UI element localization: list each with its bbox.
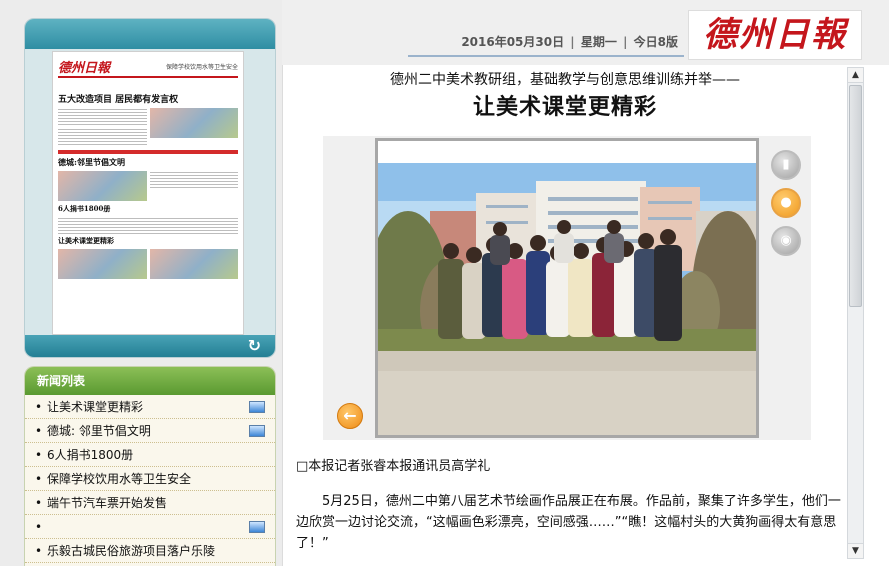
bullet-icon: • [35, 544, 43, 558]
thumbnail-top-headline: 保障学校饮用水等卫生安全 [165, 63, 238, 71]
edition-count-link[interactable]: 今日8版 [634, 35, 678, 49]
issue-date: 2016年05月30日 [461, 35, 565, 49]
date-line: 2016年05月30日 | 星期一 | 今日8版 [408, 33, 684, 57]
article-title: 让美术课堂更精彩 [472, 95, 657, 120]
news-list-panel: 新闻列表 • 让美术课堂更精彩 • 德城: 邻里节倡文明 • 6人捐书1800册 • 保障学校… [24, 366, 276, 566]
bullet-icon: • [35, 424, 43, 438]
bullet-icon: • [35, 472, 43, 486]
top-bar: 2016年05月30日 | 星期一 | 今日8版 德州日報 [282, 0, 889, 65]
preview-panel-bottom-cap: ↻ [25, 335, 275, 357]
main-content: 2016年05月30日 | 星期一 | 今日8版 德州日報 德州二中美术教研组，… [282, 0, 889, 566]
left-sidebar: 德州日報 保障学校饮用水等卫生安全 五大改造项目 居民都有发言权 德城:邻里节倡… [0, 0, 282, 566]
news-item-label: 端午节汽车票开始发售 [47, 496, 168, 510]
bullet-icon: • [35, 448, 43, 462]
photo-gallery: ← ▮ ● ◉ [323, 136, 811, 440]
vertical-scrollbar[interactable]: ▲ ▼ [847, 67, 864, 559]
news-list-title: 新闻列表 [25, 367, 275, 395]
thumbnail-main-headline: 五大改造项目 居民都有发言权 [58, 95, 179, 105]
news-list-item[interactable]: • 让美术课堂更精彩 [25, 395, 275, 419]
scroll-thumb[interactable] [849, 85, 862, 307]
news-list: • 让美术课堂更精彩 • 德城: 邻里节倡文明 • 6人捐书1800册 • 保障学校饮用水等卫… [25, 395, 275, 563]
news-item-label: 乐毅古城民俗旅游项目落户乐陵 [47, 544, 216, 558]
preview-panel-top-cap [25, 19, 275, 49]
headphones-icon[interactable]: ◉ [771, 226, 801, 256]
refresh-icon[interactable]: ↻ [248, 337, 261, 355]
news-list-item[interactable]: • [25, 515, 275, 539]
article-subtitle: 德州二中美术教研组，基础教学与创意思维训练并举—— [390, 72, 740, 88]
newspaper-logo: 德州日報 [688, 10, 862, 60]
thumbnail-photo [58, 171, 147, 201]
news-item-label: 德城: 邻里节倡文明 [47, 424, 151, 438]
person-icon[interactable]: ● [771, 188, 801, 218]
bullet-icon: • [35, 520, 43, 534]
thumbnail-headline-2: 德城:邻里节倡文明 [58, 157, 125, 167]
thumbnail-photo [58, 249, 147, 279]
article-body: 5月25日，德州二中第八届艺术节绘画作品展正在布展。作品前，聚集了许多学生，他们… [296, 494, 841, 551]
news-list-item[interactable]: • 6人捐书1800册 [25, 443, 275, 467]
thumbnail-photo [149, 108, 238, 138]
scroll-up-icon[interactable]: ▲ [848, 68, 863, 83]
arrow-left-icon[interactable]: ← [337, 403, 363, 429]
newspaper-preview-panel: 德州日報 保障学校饮用水等卫生安全 五大改造项目 居民都有发言权 德城:邻里节倡… [24, 18, 276, 358]
news-item-label: 让美术课堂更精彩 [47, 400, 144, 414]
article-byline: □本报记者张睿本报通讯员高学礼 [296, 459, 491, 474]
news-list-item[interactable]: • 保障学校饮用水等卫生安全 [25, 467, 275, 491]
bullet-icon: • [35, 400, 43, 414]
thumbnail-logo: 德州日報 [58, 60, 111, 76]
thumbnail-headline-3: 6人捐书1800册 [58, 204, 111, 213]
news-list-item[interactable]: • 端午节汽车票开始发售 [25, 491, 275, 515]
picture-icon [249, 401, 265, 413]
news-item-label: 6人捐书1800册 [47, 448, 134, 462]
news-list-item[interactable]: • 乐毅古城民俗旅游项目落户乐陵 [25, 539, 275, 563]
video-camera-icon[interactable]: ▮ [771, 150, 801, 180]
scroll-down-icon[interactable]: ▼ [848, 543, 863, 558]
thumbnail-headline-4: 让美术课堂更精彩 [58, 236, 114, 245]
picture-icon [249, 521, 265, 533]
news-item-label: 保障学校饮用水等卫生安全 [47, 472, 192, 486]
article-view: 德州二中美术教研组，基础教学与创意思维训练并举—— 让美术课堂更精彩 ← ▮ ●… [282, 65, 889, 566]
news-list-item[interactable]: • 德城: 邻里节倡文明 [25, 419, 275, 443]
article-photo [375, 138, 759, 438]
issue-weekday: 星期一 [580, 35, 617, 49]
thumbnail-masthead: 德州日報 保障学校饮用水等卫生安全 [58, 56, 238, 78]
newspaper-page-thumbnail[interactable]: 德州日報 保障学校饮用水等卫生安全 五大改造项目 居民都有发言权 德城:邻里节倡… [52, 51, 244, 335]
picture-icon [249, 425, 265, 437]
bullet-icon: • [35, 496, 43, 510]
thumbnail-photo [149, 249, 238, 279]
